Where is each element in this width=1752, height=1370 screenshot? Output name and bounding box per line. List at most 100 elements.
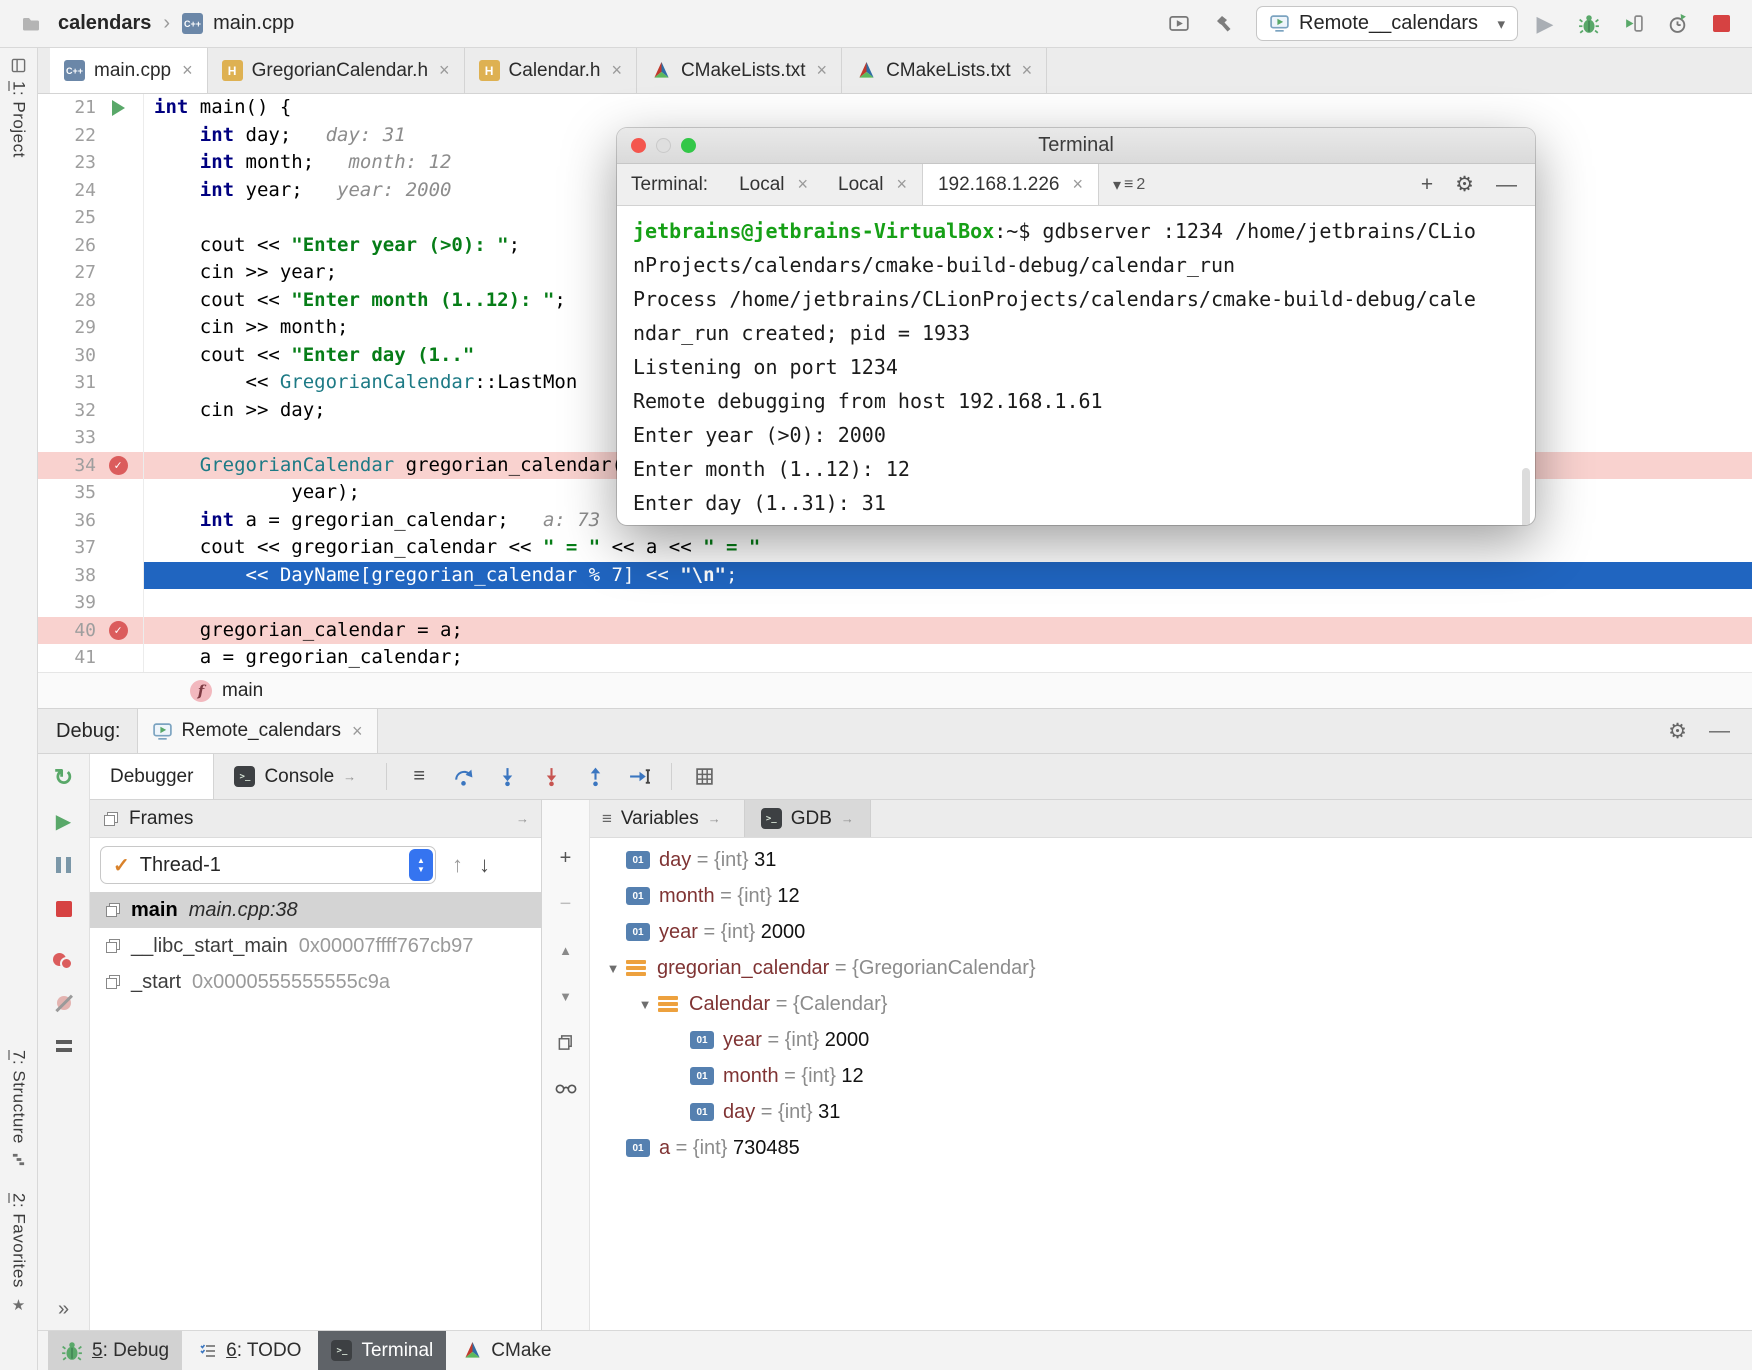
new-session-icon[interactable]: + <box>1421 173 1433 197</box>
run-line-icon[interactable] <box>96 100 140 116</box>
move-up-icon[interactable]: ▲ <box>555 940 577 960</box>
stripe-item-favorites[interactable]: 2: Favorites★ <box>9 1193 29 1314</box>
duplicate-icon[interactable] <box>555 1032 577 1052</box>
editor-tab[interactable]: CMakeLists.txt× <box>842 48 1047 93</box>
terminal-titlebar[interactable]: Terminal <box>617 128 1535 164</box>
expand-toggle-icon[interactable]: ▼ <box>600 961 626 976</box>
force-step-into-icon[interactable] <box>529 754 573 799</box>
close-icon[interactable]: × <box>896 174 907 195</box>
terminal-output[interactable]: jetbrains@jetbrains-VirtualBox:~$ gdbser… <box>617 206 1535 525</box>
run-to-cursor-icon[interactable] <box>617 754 661 799</box>
show-execution-point-icon[interactable]: ≡ <box>397 754 441 799</box>
variable-row[interactable]: 01year = {int} 2000 <box>590 1022 1752 1058</box>
stripe-item-structure[interactable]: 7: Structure <box>9 1050 29 1167</box>
debug-session-tab[interactable]: Remote_calendars × <box>137 709 378 753</box>
minimize-icon[interactable]: — <box>1709 719 1730 743</box>
step-over-icon[interactable] <box>441 754 485 799</box>
combo-stepper-icon[interactable]: ▲▼ <box>409 849 433 881</box>
close-icon[interactable]: × <box>439 60 450 81</box>
code-line[interactable]: 37 cout << gregorian_calendar << " = " <… <box>38 534 1752 562</box>
terminal-session-tab[interactable]: 192.168.1.226× <box>922 164 1099 205</box>
attach-debugger-button[interactable] <box>1616 7 1650 41</box>
code-line[interactable]: 40✓ gregorian_calendar = a; <box>38 617 1752 645</box>
toolwindow-button-5-debug[interactable]: 5: Debug <box>48 1331 182 1370</box>
variable-row[interactable]: 01a = {int} 730485 <box>590 1130 1752 1166</box>
toolwindow-button-cmake[interactable]: CMake <box>450 1331 564 1370</box>
close-icon[interactable]: × <box>182 60 193 81</box>
variable-row[interactable]: ▼gregorian_calendar = {GregorianCalendar… <box>590 950 1752 986</box>
close-icon[interactable]: × <box>611 60 622 81</box>
frame-row[interactable]: _start0x0000555555555c9a <box>90 964 541 1000</box>
context-function-name[interactable]: main <box>222 680 263 702</box>
build-icon[interactable] <box>1206 7 1240 41</box>
mute-breakpoints-icon[interactable] <box>54 993 74 1013</box>
stop-icon[interactable] <box>52 898 76 920</box>
tab-gdb[interactable]: >_ GDB → <box>744 800 871 837</box>
profile-button[interactable] <box>1660 7 1694 41</box>
code-line[interactable]: 41 a = gregorian_calendar; <box>38 644 1752 672</box>
editor-tab[interactable]: HGregorianCalendar.h× <box>208 48 465 93</box>
pin-arrow-icon[interactable]: → <box>516 811 529 826</box>
next-frame-icon[interactable]: ↓ <box>479 852 490 878</box>
run-config-combo[interactable]: Remote__calendars ▾ <box>1256 6 1518 41</box>
close-icon[interactable]: × <box>1022 60 1033 81</box>
move-down-icon[interactable]: ▼ <box>555 986 577 1006</box>
pause-icon[interactable] <box>52 854 76 876</box>
editor-tab[interactable]: HCalendar.h× <box>465 48 637 93</box>
close-icon[interactable]: × <box>817 60 828 81</box>
step-into-icon[interactable] <box>485 754 529 799</box>
zoom-traffic-light-icon[interactable] <box>681 138 696 153</box>
debug-button[interactable] <box>1572 7 1606 41</box>
variable-row[interactable]: 01month = {int} 12 <box>590 878 1752 914</box>
close-traffic-light-icon[interactable] <box>631 138 646 153</box>
show-watches-icon[interactable] <box>555 1078 577 1098</box>
add-watch-icon[interactable]: + <box>555 848 577 868</box>
code-line[interactable]: 38 << DayName[gregorian_calendar % 7] <<… <box>38 562 1752 590</box>
gear-icon[interactable]: ⚙ <box>1668 719 1687 744</box>
variable-row[interactable]: 01day = {int} 31 <box>590 1094 1752 1130</box>
terminal-scrollbar[interactable] <box>1522 468 1530 525</box>
code-line[interactable]: 21int main() { <box>38 94 1752 122</box>
preview-run-icon[interactable] <box>1162 7 1196 41</box>
stripe-item-project[interactable]: 1: Project <box>9 58 29 158</box>
stop-button[interactable] <box>1704 7 1738 41</box>
variable-row[interactable]: ▼Calendar = {Calendar} <box>590 986 1752 1022</box>
variable-row[interactable]: 01day = {int} 31 <box>590 842 1752 878</box>
code-line[interactable]: 39 <box>38 589 1752 617</box>
tab-debugger[interactable]: Debugger <box>90 754 214 799</box>
rerun-icon[interactable]: ↻ <box>52 766 76 788</box>
close-icon[interactable]: × <box>1072 174 1083 195</box>
editor-tab[interactable]: C++main.cpp× <box>50 48 208 93</box>
minimize-traffic-light-icon[interactable] <box>656 138 671 153</box>
resume-icon[interactable]: ▶ <box>52 810 76 832</box>
remove-watch-icon[interactable]: − <box>555 894 577 914</box>
pin-arrow-icon[interactable]: → <box>343 769 356 784</box>
variable-row[interactable]: 01month = {int} 12 <box>590 1058 1752 1094</box>
evaluate-expression-icon[interactable] <box>682 754 726 799</box>
hidden-tabs-dropdown[interactable]: ▾ ≡ 2 <box>1113 164 1145 205</box>
pin-arrow-icon[interactable]: → <box>708 811 721 826</box>
minimize-icon[interactable]: — <box>1496 173 1517 197</box>
frame-row[interactable]: mainmain.cpp:38 <box>90 892 541 928</box>
terminal-session-tab[interactable]: Local× <box>823 164 922 205</box>
close-icon[interactable]: × <box>352 721 363 742</box>
variable-row[interactable]: 01year = {int} 2000 <box>590 914 1752 950</box>
close-icon[interactable]: × <box>798 174 809 195</box>
breakpoint-icon[interactable]: ✓ <box>96 456 140 475</box>
thread-selector[interactable]: ✓ Thread-1 ▲▼ <box>100 846 436 884</box>
view-breakpoints-icon[interactable] <box>53 952 75 971</box>
gear-icon[interactable]: ⚙ <box>1455 172 1474 197</box>
tab-console[interactable]: >_ Console → <box>214 754 376 799</box>
toolwindow-button-6-todo[interactable]: 6: TODO <box>186 1331 314 1370</box>
toolwindow-button-terminal[interactable]: >_Terminal <box>318 1331 446 1370</box>
step-out-icon[interactable] <box>573 754 617 799</box>
frame-row[interactable]: __libc_start_main0x00007ffff767cb97 <box>90 928 541 964</box>
run-button[interactable]: ▶ <box>1528 7 1562 41</box>
terminal-session-tab[interactable]: Local× <box>724 164 823 205</box>
prev-frame-icon[interactable]: ↑ <box>452 852 463 878</box>
more-actions-icon[interactable]: » <box>52 1298 76 1320</box>
expand-toggle-icon[interactable]: ▼ <box>632 997 658 1012</box>
editor-tab[interactable]: CMakeLists.txt× <box>637 48 842 93</box>
restore-layout-icon[interactable] <box>52 1035 76 1057</box>
breadcrumb-file[interactable]: main.cpp <box>213 12 294 35</box>
